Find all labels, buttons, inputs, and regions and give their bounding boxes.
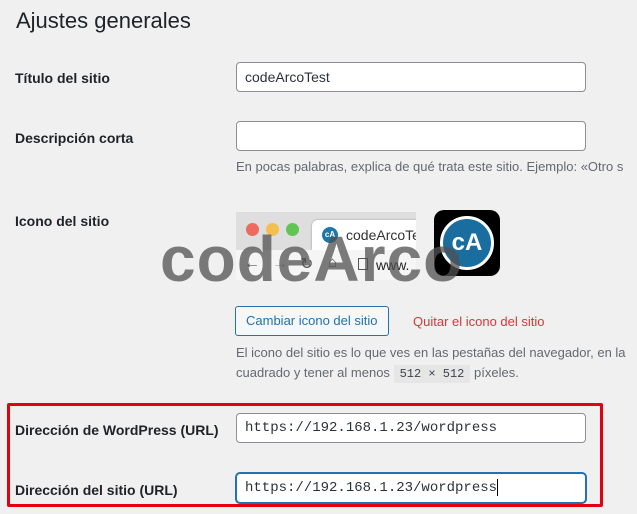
minimize-dot-icon [266, 223, 279, 236]
site-icon-label: Icono del sitio [15, 213, 110, 229]
home-icon: ⌂ [328, 254, 338, 271]
reload-icon: ↻ [300, 256, 314, 273]
site-icon-description-line2: cuadrado y tener al menos 512 × 512 píxe… [236, 365, 519, 383]
maximize-dot-icon [286, 223, 299, 236]
forward-arrow-icon: → [272, 255, 288, 272]
size-text-pre: cuadrado y tener al menos [236, 365, 390, 380]
site-icon-description-line1: El icono del sitio es lo que ves en las … [236, 345, 626, 360]
browser-preview: cA codeArcoTe ← → ↻ ⌂ www. [236, 212, 416, 280]
size-code: 512 × 512 [393, 365, 471, 383]
site-title-input[interactable]: codeArcoTest [236, 62, 586, 92]
tagline-description: En pocas palabras, explica de qué trata … [236, 159, 624, 174]
tagline-input[interactable] [236, 121, 586, 151]
browser-tab-title: codeArcoTe [346, 227, 416, 243]
favicon-icon: cA [322, 227, 338, 243]
address-text: www. [376, 257, 410, 273]
wordpress-url-label: Dirección de WordPress (URL) [15, 422, 219, 438]
remove-site-icon-link[interactable]: Quitar el icono del sitio [413, 314, 545, 329]
page-title: Ajustes generales [16, 8, 191, 33]
site-url-value: https://192.168.1.23/wordpress [245, 480, 498, 496]
change-site-icon-button[interactable]: Cambiar icono del sitio [235, 306, 389, 336]
text-caret [497, 478, 499, 496]
site-icon-logo: cA [440, 216, 494, 270]
size-text-post: píxeles. [474, 365, 519, 380]
site-icon-preview: cA [434, 210, 500, 276]
tagline-label: Descripción corta [15, 130, 134, 146]
wordpress-url-input[interactable]: https://192.168.1.23/wordpress [236, 413, 586, 443]
page-icon [358, 258, 368, 270]
site-url-label: Dirección del sitio (URL) [15, 482, 178, 498]
close-dot-icon [246, 223, 259, 236]
site-url-input[interactable]: https://192.168.1.23/wordpress [236, 473, 586, 503]
back-arrow-icon: ← [244, 255, 260, 272]
site-title-label: Título del sitio [15, 70, 110, 86]
browser-toolbar: ← → ↻ ⌂ www. [236, 250, 416, 280]
wordpress-url-value: https://192.168.1.23/wordpress [245, 420, 498, 436]
browser-tab: cA codeArcoTe [312, 220, 416, 250]
site-title-value: codeArcoTest [245, 69, 330, 85]
